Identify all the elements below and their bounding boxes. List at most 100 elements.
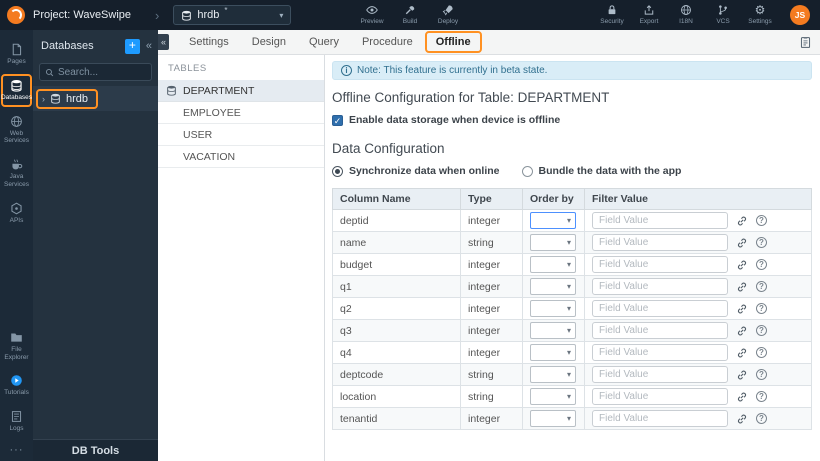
build-button[interactable]: Build — [395, 4, 425, 26]
help-icon[interactable]: ? — [756, 413, 767, 424]
chevron-down-icon: ▾ — [566, 326, 571, 335]
bind-icon[interactable] — [736, 369, 748, 381]
chevron-down-icon: ▾ — [566, 238, 571, 247]
column-name-cell: name — [332, 231, 461, 254]
table-item-department[interactable]: DEPARTMENT — [158, 80, 324, 102]
user-avatar[interactable]: JS — [790, 4, 810, 25]
tab-query[interactable]: Query — [298, 31, 350, 53]
i18n-button[interactable]: I18N — [671, 4, 701, 26]
sidebar-item-apis[interactable]: APIs — [1, 197, 32, 230]
column-name-cell: deptcode — [332, 363, 461, 386]
bind-icon[interactable] — [736, 215, 748, 227]
column-type-cell: integer — [460, 209, 523, 232]
search-input[interactable] — [58, 66, 150, 78]
database-list-item-hrdb[interactable]: › hrdb — [33, 86, 158, 111]
synchronize-radio[interactable] — [332, 165, 343, 177]
help-icon[interactable]: ? — [756, 325, 767, 336]
sidebar-item-tutorials[interactable]: Tutorials — [1, 369, 32, 402]
table-row: deptid integer ▾ ? — [332, 209, 812, 232]
bind-icon[interactable] — [736, 237, 748, 249]
collapse-db-panel-button[interactable]: « — [158, 34, 169, 50]
offline-config-pane: i Note: This feature is currently in bet… — [325, 55, 820, 461]
table-item-user[interactable]: USER — [158, 124, 324, 146]
bind-icon[interactable] — [736, 413, 748, 425]
sidebar-item-pages[interactable]: Pages — [1, 38, 32, 71]
filter-value-input[interactable] — [592, 410, 728, 427]
bind-icon[interactable] — [736, 281, 748, 293]
panel-toggle-icon[interactable] — [799, 36, 812, 49]
deploy-button[interactable]: Deploy — [433, 4, 463, 26]
tab-design[interactable]: Design — [241, 31, 297, 53]
chevron-right-icon[interactable]: › — [42, 94, 45, 104]
order-by-select[interactable]: ▾ — [530, 256, 576, 273]
enable-offline-checkbox[interactable]: ✓ — [332, 114, 343, 126]
vcs-button[interactable]: VCS — [708, 4, 738, 26]
filter-value-input[interactable] — [592, 212, 728, 229]
column-type-cell: string — [460, 385, 523, 408]
order-by-select[interactable]: ▾ — [530, 234, 576, 251]
order-by-select[interactable]: ▾ — [530, 278, 576, 295]
app-logo-icon[interactable] — [7, 6, 25, 24]
search-icon — [45, 68, 54, 77]
sidebar-item-file-explorer[interactable]: File Explorer — [1, 326, 32, 367]
order-by-select[interactable]: ▾ — [530, 212, 576, 229]
tab-offline[interactable]: Offline — [424, 31, 482, 53]
sidebar-item-logs[interactable]: Logs — [1, 405, 32, 438]
preview-button[interactable]: Preview — [357, 4, 387, 26]
export-button[interactable]: Export — [634, 4, 664, 26]
sidebar-item-databases[interactable]: Databases — [1, 73, 32, 107]
order-by-select[interactable]: ▾ — [530, 322, 576, 339]
settings-button[interactable]: ⚙ Settings — [745, 4, 775, 26]
filter-value-input[interactable] — [592, 344, 728, 361]
bind-icon[interactable] — [736, 391, 748, 403]
project-title: Project: WaveSwipe — [33, 9, 132, 21]
bind-icon[interactable] — [736, 347, 748, 359]
order-by-select[interactable]: ▾ — [530, 344, 576, 361]
collapse-panel-icon[interactable]: « — [146, 40, 152, 52]
filter-value-input[interactable] — [592, 300, 728, 317]
help-icon[interactable]: ? — [756, 237, 767, 248]
filter-value-input[interactable] — [592, 366, 728, 383]
globe-icon — [680, 4, 692, 16]
table-item-employee[interactable]: EMPLOYEE — [158, 102, 324, 124]
bind-icon[interactable] — [736, 259, 748, 271]
column-name-cell: q2 — [332, 297, 461, 320]
help-icon[interactable]: ? — [756, 391, 767, 402]
bind-icon[interactable] — [736, 325, 748, 337]
tab-settings[interactable]: Settings — [178, 31, 240, 53]
help-icon[interactable]: ? — [756, 259, 767, 270]
bundle-radio[interactable] — [521, 165, 533, 177]
filter-value-input[interactable] — [592, 278, 728, 295]
synchronize-radio-label: Synchronize data when online — [349, 165, 500, 177]
sidebar-item-java-services[interactable]: Java Services — [1, 153, 32, 194]
help-icon[interactable]: ? — [756, 215, 767, 226]
help-icon[interactable]: ? — [756, 369, 767, 380]
more-menu-icon[interactable]: ··· — [10, 441, 24, 459]
filter-value-input[interactable] — [592, 256, 728, 273]
security-button[interactable]: Security — [597, 4, 627, 26]
add-database-button[interactable]: + — [124, 38, 140, 54]
order-by-select[interactable]: ▾ — [530, 410, 576, 427]
filter-value-input[interactable] — [592, 388, 728, 405]
help-icon[interactable]: ? — [756, 281, 767, 292]
database-selector-dropdown[interactable]: hrdb * ▾ — [173, 5, 292, 25]
tab-procedure[interactable]: Procedure — [351, 31, 424, 53]
column-name-cell: q3 — [332, 319, 461, 342]
table-item-vacation[interactable]: VACATION — [158, 146, 324, 168]
column-type-cell: integer — [460, 253, 523, 276]
filter-value-input[interactable] — [592, 322, 728, 339]
bind-icon[interactable] — [736, 303, 748, 315]
chevron-down-icon: ▾ — [566, 370, 571, 379]
enable-offline-label: Enable data storage when device is offli… — [349, 114, 561, 126]
table-icon — [166, 85, 177, 96]
order-by-select[interactable]: ▾ — [530, 388, 576, 405]
order-by-select[interactable]: ▾ — [530, 300, 576, 317]
sidebar-item-web-services[interactable]: Web Services — [1, 110, 32, 151]
order-by-select[interactable]: ▾ — [530, 366, 576, 383]
apis-icon — [10, 202, 23, 215]
database-search-box[interactable] — [39, 63, 152, 81]
help-icon[interactable]: ? — [756, 347, 767, 358]
filter-value-input[interactable] — [592, 234, 728, 251]
help-icon[interactable]: ? — [756, 303, 767, 314]
db-tools-button[interactable]: DB Tools — [33, 439, 158, 461]
